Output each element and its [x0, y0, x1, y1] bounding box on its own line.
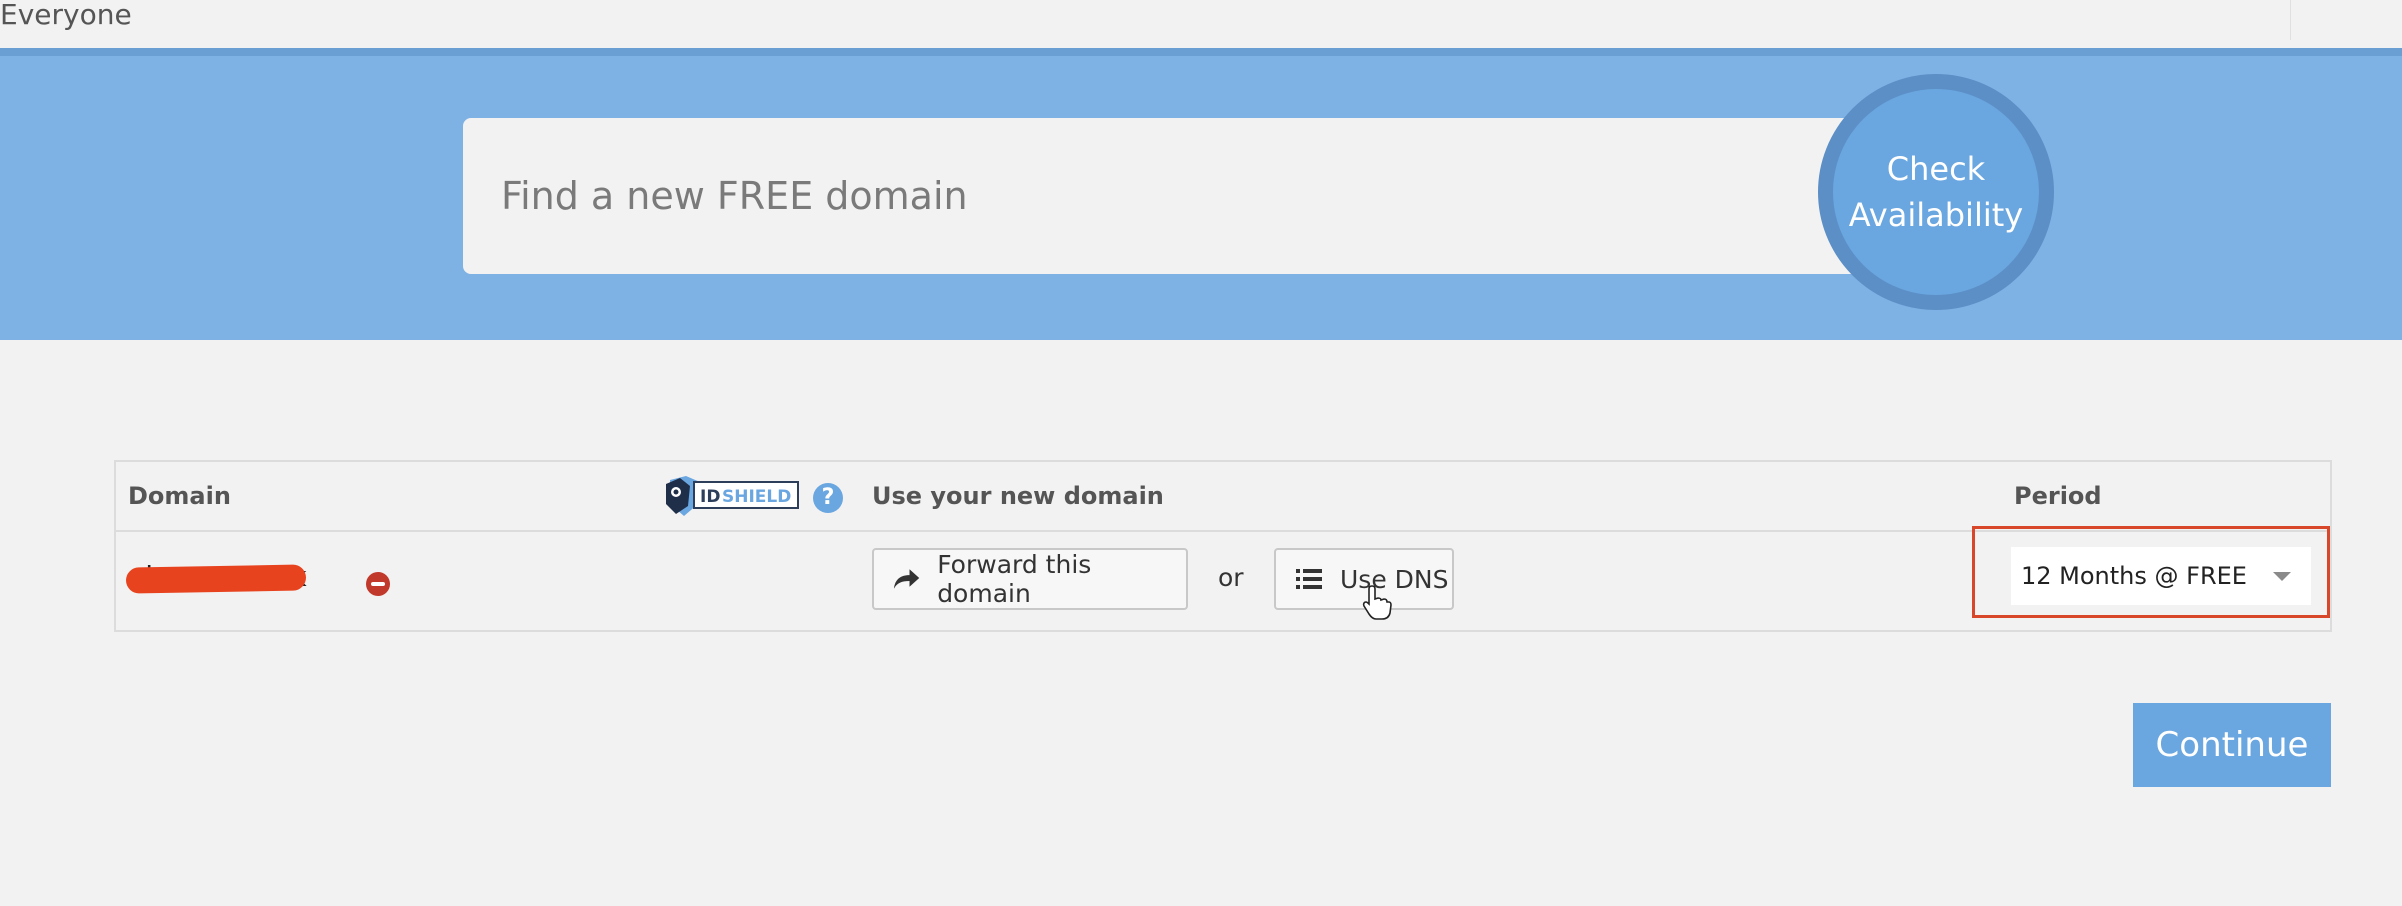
- remove-icon[interactable]: [366, 572, 390, 596]
- forward-domain-label: Forward this domain: [937, 550, 1092, 608]
- list-icon: [1296, 569, 1322, 589]
- continue-button[interactable]: Continue: [2133, 703, 2331, 787]
- chevron-down-icon: [2273, 572, 2291, 581]
- period-column-header: Period: [2014, 482, 2102, 510]
- or-separator: or: [1218, 563, 1244, 592]
- hand-cursor-icon: [1362, 585, 1392, 620]
- top-bar: Everyone: [0, 0, 2402, 48]
- check-availability-label-line2: Availability: [1848, 196, 2024, 234]
- table-header-row: Domain ID SHIELD ? Use your new domain P…: [116, 462, 2330, 532]
- divider: [0, 48, 2402, 56]
- period-select-value: 12 Months @ FREE: [2021, 562, 2247, 590]
- redaction-mark: [125, 564, 307, 594]
- check-availability-button[interactable]: Check Availability: [1818, 74, 2054, 310]
- domain-column-header: Domain: [128, 482, 231, 510]
- check-availability-label-line1: Check: [1886, 150, 1986, 188]
- share-forward-icon: [893, 569, 920, 589]
- use-domain-column-header: Use your new domain: [872, 482, 1164, 510]
- forward-domain-button[interactable]: Forward this domain: [872, 548, 1188, 610]
- domain-search-input[interactable]: [463, 118, 1883, 274]
- svg-text:SHIELD: SHIELD: [722, 487, 791, 507]
- divider: [2290, 0, 2291, 40]
- idshield-logo: ID SHIELD: [666, 476, 799, 516]
- continue-label: Continue: [2155, 725, 2309, 765]
- period-select[interactable]: 12 Months @ FREE: [2011, 547, 2311, 605]
- help-icon[interactable]: ?: [813, 483, 843, 513]
- use-dns-label: Use DNS: [1340, 564, 1449, 594]
- svg-text:ID: ID: [700, 487, 720, 507]
- audience-label: Everyone: [0, 0, 132, 31]
